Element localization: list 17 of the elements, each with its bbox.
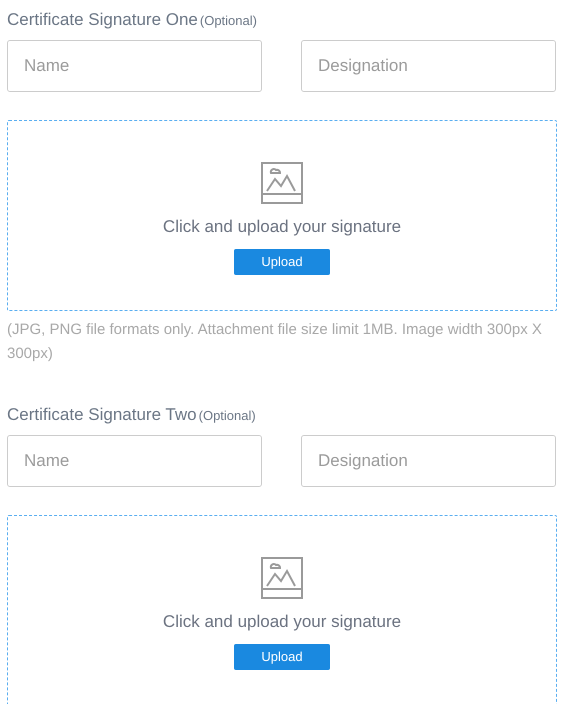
designation-field[interactable]: Designation	[301, 40, 556, 92]
upload-area[interactable]: Click and upload your signature Upload	[7, 120, 557, 311]
image-icon	[261, 162, 303, 204]
name-field[interactable]: Name	[7, 40, 262, 92]
section-title: Certificate Signature Two	[7, 404, 197, 426]
upload-button[interactable]: Upload	[234, 248, 330, 274]
upload-area[interactable]: Click and upload your signature Upload	[7, 515, 557, 704]
upload-prompt: Click and upload your signature	[162, 611, 402, 633]
optional-label: (Optional)	[198, 407, 256, 425]
section-title: Certificate Signature One	[7, 9, 198, 31]
name-field[interactable]: Name	[7, 435, 262, 487]
optional-label: (Optional)	[200, 12, 257, 30]
designation-field[interactable]: Designation	[301, 435, 556, 487]
upload-prompt: Click and upload your signature	[162, 216, 402, 238]
image-icon	[261, 557, 303, 599]
file-format-note: (JPG, PNG file formats only. Attachment file size limit 1MB. Image width 300px X 300px)	[7, 320, 543, 364]
upload-button[interactable]: Upload	[234, 644, 330, 670]
